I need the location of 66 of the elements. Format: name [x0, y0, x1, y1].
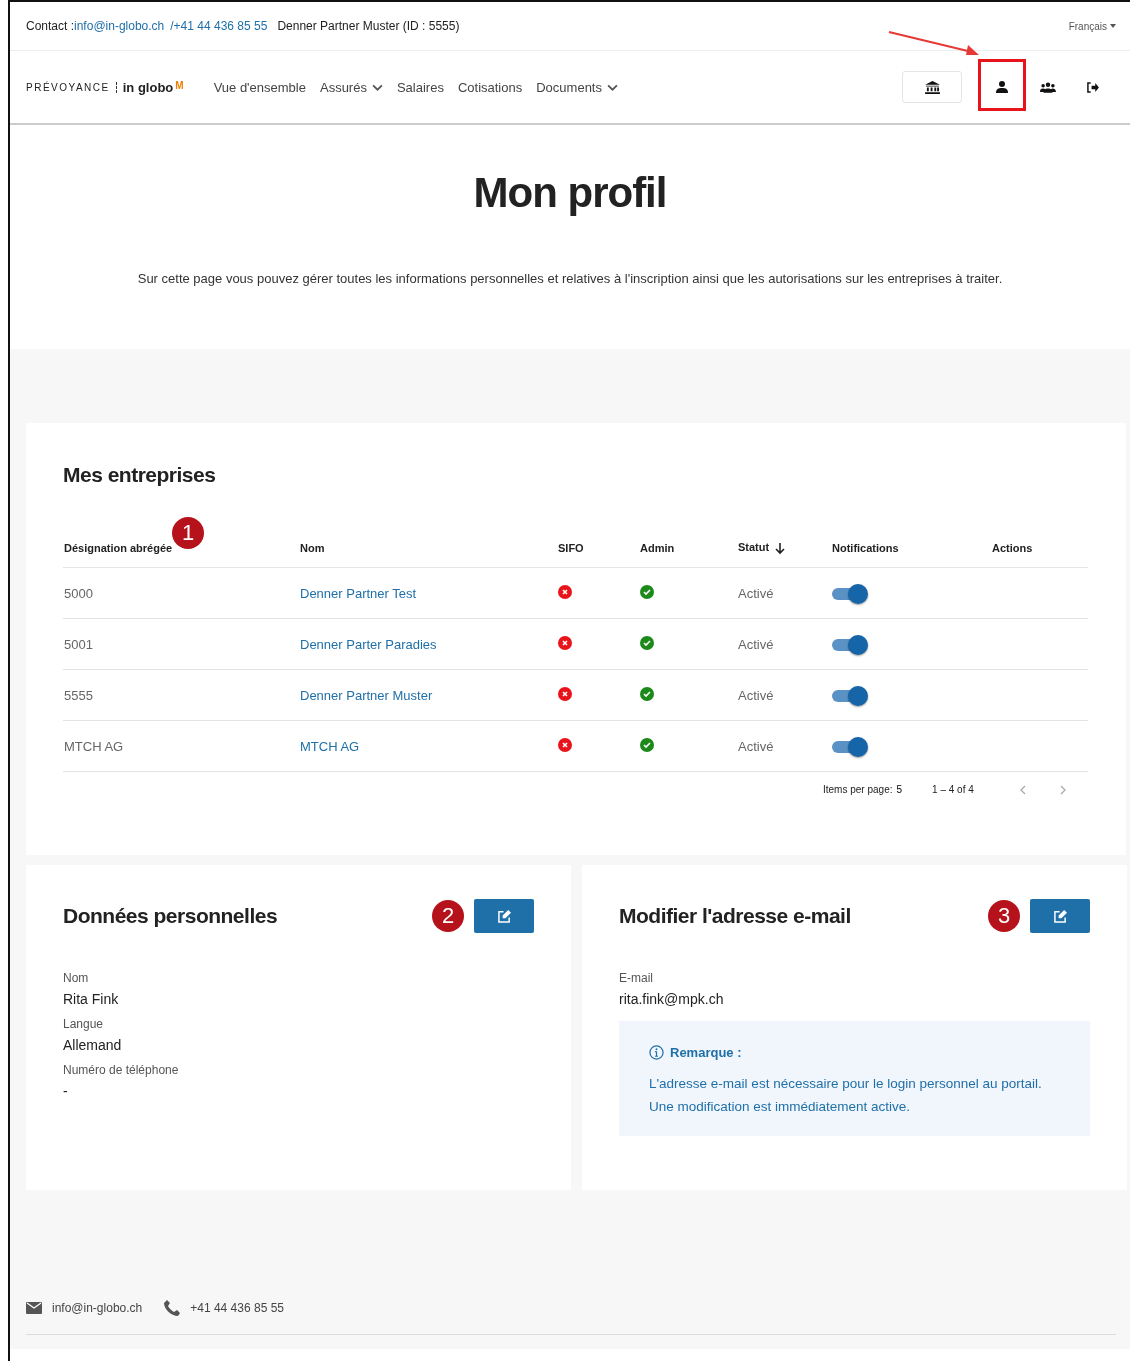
table-cell: Activé — [737, 567, 831, 619]
edit-icon — [497, 909, 511, 923]
language-dropdown[interactable]: Français — [1062, 19, 1122, 33]
nav-item[interactable]: Cotisations — [457, 79, 523, 95]
info-icon — [649, 1045, 664, 1060]
logo[interactable]: PRÉVOYANCE in globo$^{M}$ — [26, 79, 184, 95]
step-marker: 2 — [432, 900, 464, 932]
company-link[interactable]: Denner Partner Test — [300, 585, 417, 601]
footer-phone-link[interactable]: +41 44 436 85 55 — [190, 1301, 284, 1315]
column-header: Nom — [299, 529, 557, 568]
chevron-icon[interactable] — [606, 83, 618, 91]
edit-button[interactable] — [1030, 899, 1090, 933]
separator: / — [170, 19, 174, 33]
nav-item[interactable]: Assurés — [319, 79, 383, 95]
table-cell: Activé — [737, 720, 831, 772]
column-header: Notifications — [831, 529, 991, 568]
highlight-frame — [978, 59, 1026, 111]
company-link[interactable]: Denner Parter Paradies — [300, 636, 437, 652]
phone-icon — [164, 1300, 181, 1316]
company-link[interactable]: Denner Partner Muster — [300, 687, 433, 703]
page-size-select[interactable]: 5 — [896, 784, 903, 795]
table-cell: MTCH AG — [63, 720, 299, 772]
table-cell: 5000 — [63, 567, 299, 619]
nav-item[interactable]: Salaires — [396, 79, 444, 95]
chevron-icon[interactable] — [371, 83, 383, 91]
footer-email-link[interactable]: info@in-globo.ch — [52, 1301, 143, 1315]
nav-item[interactable]: Vue d'ensemble — [213, 79, 306, 95]
card-title: Modifier l'adresse e-mail — [619, 904, 852, 928]
table-cell: 5001 — [63, 618, 299, 670]
card-title: Mes entreprises — [63, 463, 217, 487]
field-label: Langue — [63, 1017, 105, 1031]
mail-icon — [26, 1302, 42, 1314]
table-cell: Activé — [737, 618, 831, 670]
edit-button[interactable] — [474, 899, 534, 933]
card-title: Données personnelles — [63, 904, 279, 928]
page-description: Sur cette page vous pouvez gérer toutes les informations personnelles et relatives à l'inscription ainsi que les autorisations sur les entreprises à traiter. — [136, 271, 1004, 286]
field-value: Rita Fink — [63, 991, 120, 1007]
column-header: Actions — [991, 529, 1088, 568]
field-label: E-mail — [619, 971, 654, 985]
table-cell: Activé — [737, 669, 831, 721]
sort-icon[interactable] — [775, 542, 786, 555]
caret-icon — [1110, 24, 1116, 28]
page-range: 1 – 4 of 4 — [932, 784, 974, 795]
column-header: Admin — [639, 529, 737, 568]
field-label: Nom — [63, 971, 90, 985]
column-header: Statut — [737, 529, 831, 568]
bank-icon[interactable] — [902, 71, 962, 103]
phone-link[interactable]: +41 44 436 85 55 — [173, 19, 268, 33]
partner-label: Denner Partner Muster (ID : 5555) — [277, 19, 460, 33]
column-header: SIFO — [557, 529, 639, 568]
step-marker: 1 — [172, 517, 204, 549]
field-value: Allemand — [63, 1037, 123, 1053]
field-value: rita.fink@mpk.ch — [619, 991, 725, 1007]
email-link[interactable]: info@in-globo.ch — [74, 19, 165, 33]
items-per-page-label: Items per page: — [823, 784, 893, 795]
nav-item[interactable]: Documents — [536, 79, 618, 95]
note-title: Remarque : — [670, 1045, 742, 1060]
field-label: Numéro de téléphone — [63, 1063, 180, 1077]
company-link[interactable]: MTCH AG — [300, 738, 360, 754]
field-value: - — [63, 1083, 69, 1099]
table-cell: 5555 — [63, 669, 299, 721]
step-marker: 3 — [988, 900, 1020, 932]
page-title: Mon profil — [472, 169, 668, 217]
contact-label: Contact : — [26, 19, 75, 33]
edit-icon — [1053, 909, 1067, 923]
note-text: L'adresse e-mail est nécessaire pour le login personnel au portail. Une modification est immédiatement active. — [649, 1075, 1043, 1116]
